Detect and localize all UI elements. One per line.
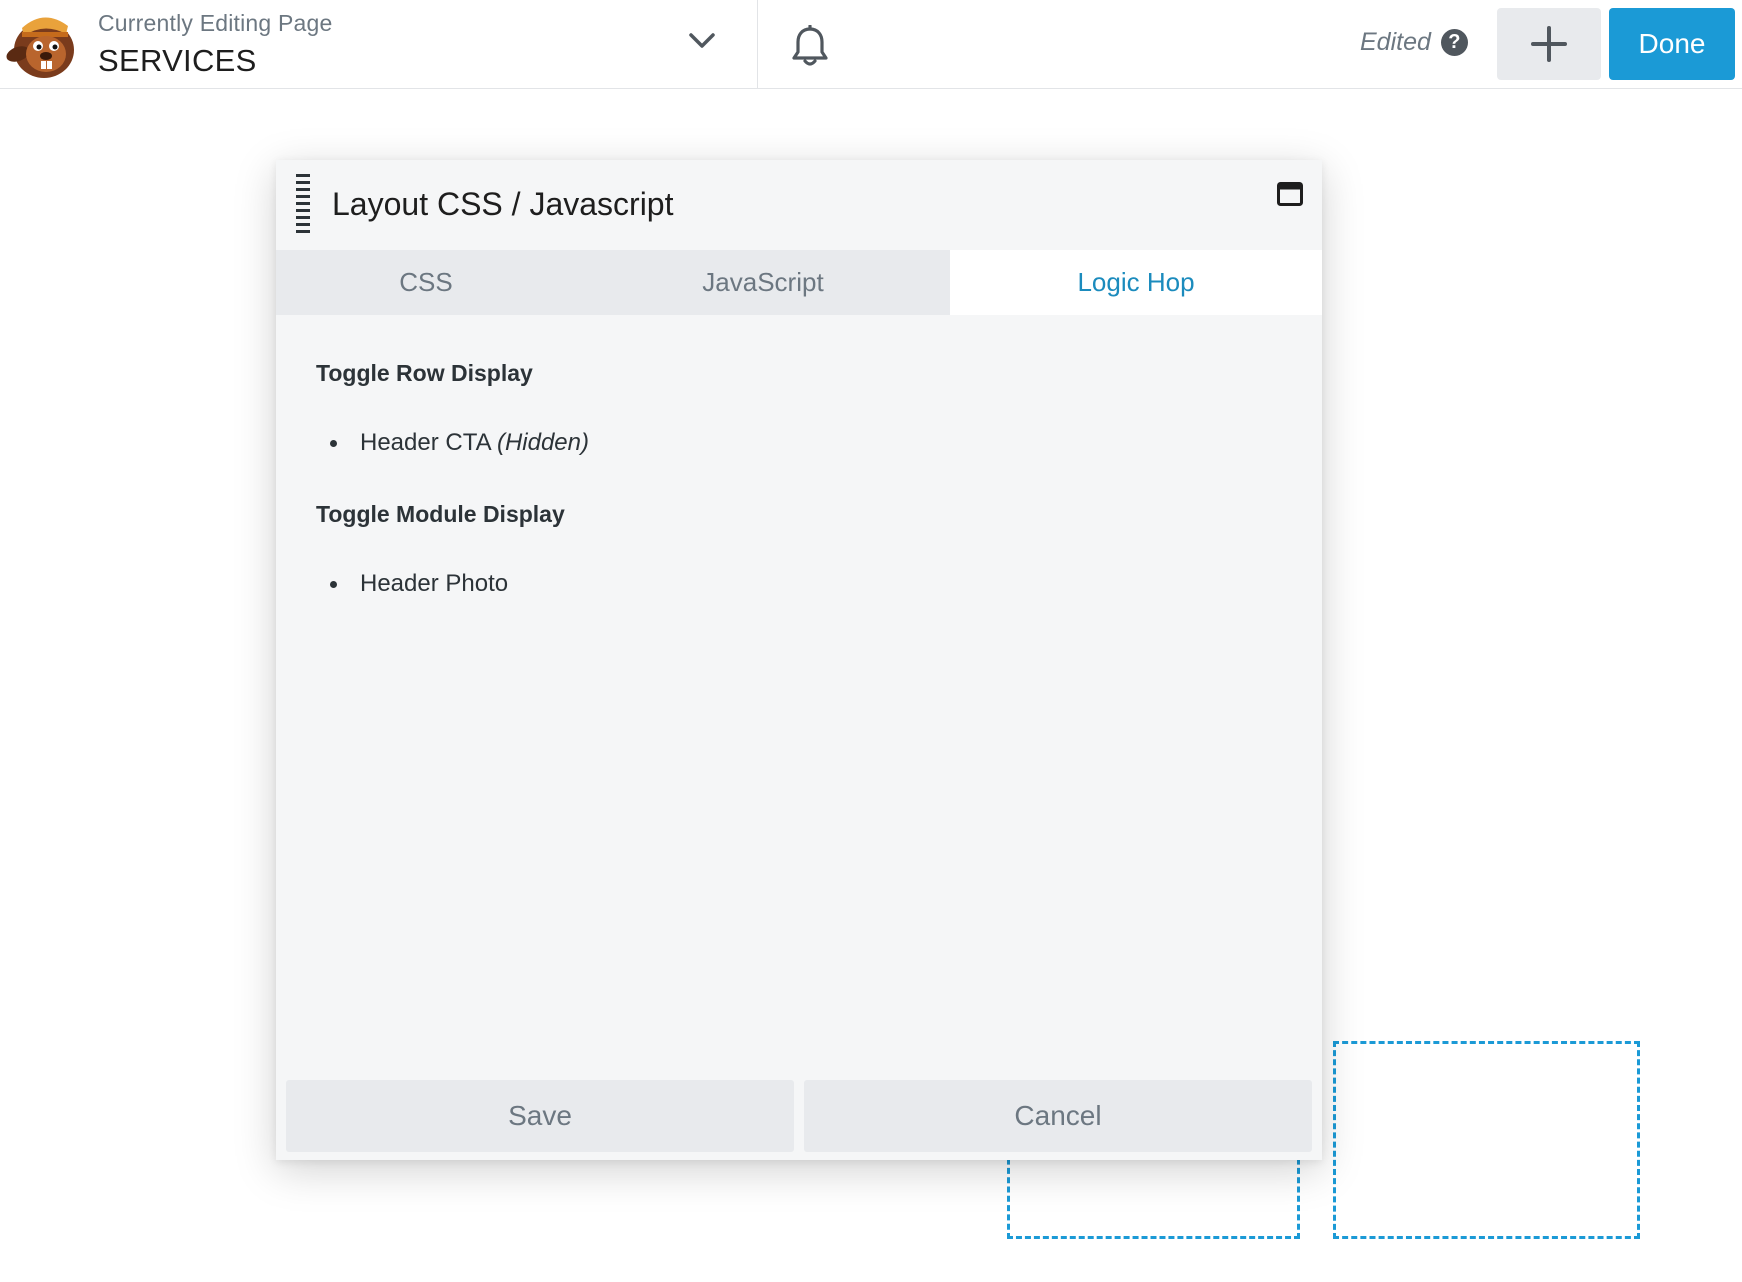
bullet <box>330 440 337 447</box>
drop-zone[interactable] <box>1333 1041 1640 1239</box>
row-display-list: Header CTA (Hidden) <box>316 429 1276 457</box>
layout-settings-panel: Layout CSS / Javascript CSS JavaScript L… <box>276 160 1322 1160</box>
done-button[interactable]: Done <box>1609 8 1735 80</box>
page-subtitle: Currently Editing Page <box>98 10 333 36</box>
beaver-logo[interactable] <box>4 8 84 80</box>
section-heading-row-display: Toggle Row Display <box>316 360 533 386</box>
panel-body: Toggle Row Display Header CTA (Hidden) T… <box>316 360 1276 642</box>
module-display-list: Header Photo <box>316 570 1276 598</box>
panel-tabs: CSS JavaScript Logic Hop <box>276 250 1322 315</box>
add-content-button[interactable] <box>1497 8 1601 80</box>
list-item-label: Header CTA <box>360 429 491 456</box>
list-item: Header Photo <box>316 570 1276 598</box>
question-circle-icon[interactable]: ? <box>1440 29 1468 56</box>
plus-icon <box>1531 26 1567 62</box>
page-title: SERVICES <box>98 43 257 78</box>
list-item-note: (Hidden) <box>496 429 589 456</box>
bell-icon[interactable] <box>790 25 830 67</box>
page-title-block[interactable]: Currently Editing Page SERVICES <box>98 10 333 79</box>
save-button[interactable]: Save <box>286 1080 794 1152</box>
chevron-down-icon[interactable] <box>688 31 716 51</box>
panel-footer: Save Cancel <box>286 1080 1312 1152</box>
list-item-label: Header Photo <box>360 570 509 597</box>
tab-javascript[interactable]: JavaScript <box>576 250 950 315</box>
section-heading-module-display: Toggle Module Display <box>316 501 565 527</box>
panel-title: Layout CSS / Javascript <box>332 186 674 222</box>
drag-handle-icon[interactable] <box>296 174 310 236</box>
list-item: Header CTA (Hidden) <box>316 429 1276 457</box>
edited-status[interactable]: Edited ? <box>1360 28 1468 57</box>
window-maximize-icon[interactable] <box>1277 182 1303 206</box>
header-divider <box>757 0 758 89</box>
tab-logic-hop[interactable]: Logic Hop <box>950 250 1322 315</box>
edited-label: Edited <box>1360 28 1431 56</box>
bullet <box>330 581 337 588</box>
cancel-button[interactable]: Cancel <box>804 1080 1312 1152</box>
tab-css[interactable]: CSS <box>276 250 576 315</box>
top-bar: Currently Editing Page SERVICES Edited ?… <box>0 0 1742 89</box>
panel-header: Layout CSS / Javascript <box>276 160 1322 250</box>
